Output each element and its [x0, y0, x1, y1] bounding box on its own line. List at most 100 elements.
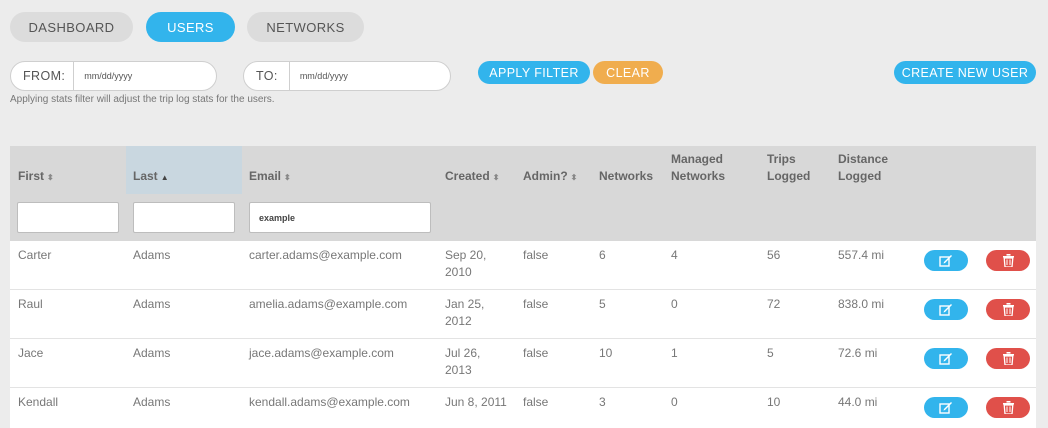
header-distance-logged: Distance Logged	[838, 151, 888, 185]
apply-filter-button[interactable]: APPLY FILTER	[478, 61, 590, 84]
cell-email: jace.adams@example.com	[249, 346, 394, 360]
cell-created-line2: 2013	[445, 363, 472, 377]
cell-last: Adams	[133, 297, 171, 311]
cell-managed: 0	[671, 297, 678, 311]
cell-trips: 5	[767, 346, 774, 360]
cell-created-line1: Sep 20,	[445, 248, 487, 262]
cell-email: carter.adams@example.com	[249, 248, 402, 262]
tab-dashboard[interactable]: DASHBOARD	[10, 12, 133, 42]
header-managed-networks: Managed Networks	[671, 151, 725, 185]
tab-networks[interactable]: NETWORKS	[247, 12, 364, 42]
cell-first: Jace	[18, 346, 44, 360]
cell-created-line1: Jan 25,	[445, 297, 485, 311]
header-distance-line2: Logged	[838, 169, 882, 183]
edit-icon	[939, 304, 952, 316]
last-filter-input[interactable]	[133, 202, 235, 233]
cell-admin: false	[523, 395, 549, 409]
cell-networks: 3	[599, 395, 606, 409]
tab-users[interactable]: USERS	[146, 12, 235, 42]
edit-button[interactable]	[924, 348, 968, 369]
header-last[interactable]: Last ▲	[133, 168, 169, 186]
delete-button[interactable]	[986, 299, 1030, 320]
header-email[interactable]: Email ⬍	[249, 168, 291, 186]
cell-networks: 6	[599, 248, 606, 262]
cell-email: amelia.adams@example.com	[249, 297, 408, 311]
table-row: Kendall Adams kendall.adams@example.com Jun…	[10, 388, 1036, 428]
header-networks: Networks	[599, 169, 654, 183]
trash-icon	[1002, 401, 1014, 414]
to-label: TO:	[244, 62, 290, 90]
edit-button[interactable]	[924, 250, 968, 271]
create-new-user-button[interactable]: CREATE NEW USER	[894, 61, 1036, 84]
table-row: Raul Adams amelia.adams@example.com Jan 25,…	[10, 290, 1036, 339]
header-first[interactable]: First ⬍	[18, 168, 54, 186]
cell-created-line1: Jun 8, 2011	[445, 395, 507, 409]
users-table: First ⬍ Last ▲ Email ⬍ Created ⬍ Admin? ⬍ Net…	[10, 146, 1036, 428]
table-row: Carter Adams carter.adams@example.com Sep 2…	[10, 241, 1036, 290]
header-managed-line1: Managed	[671, 152, 724, 166]
edit-icon	[939, 402, 952, 414]
cell-first: Carter	[18, 248, 52, 262]
edit-button[interactable]	[924, 299, 968, 320]
sort-icon: ⬍	[284, 173, 291, 182]
header-trips-line2: Logged	[767, 169, 811, 183]
trash-icon	[1002, 254, 1014, 267]
sort-ascending-icon: ▲	[160, 173, 169, 182]
sort-icon: ⬍	[570, 173, 578, 182]
edit-icon	[939, 353, 952, 365]
cell-admin: false	[523, 248, 549, 262]
cell-networks: 10	[599, 346, 613, 360]
cell-managed: 4	[671, 248, 678, 262]
email-filter-input[interactable]: example	[249, 202, 431, 233]
cell-last: Adams	[133, 248, 171, 262]
cell-managed: 0	[671, 395, 678, 409]
cell-created-line1: Jul 26,	[445, 346, 481, 360]
cell-admin: false	[523, 346, 549, 360]
header-managed-line2: Networks	[671, 169, 726, 183]
cell-distance: 44.0 mi	[838, 395, 878, 409]
cell-trips: 10	[767, 395, 781, 409]
header-first-label: First	[18, 169, 45, 183]
cell-trips: 56	[767, 248, 781, 262]
delete-button[interactable]	[986, 250, 1030, 271]
trash-icon	[1002, 303, 1014, 316]
header-admin[interactable]: Admin? ⬍	[523, 168, 577, 186]
cell-created: Sep 20, 2010	[445, 247, 486, 281]
cell-distance: 72.6 mi	[838, 346, 878, 360]
to-date-group: TO: mm/dd/yyyy	[243, 61, 451, 91]
delete-button[interactable]	[986, 397, 1030, 418]
header-email-label: Email	[249, 169, 282, 183]
cell-created: Jul 26, 2013	[445, 345, 480, 379]
sort-icon: ⬍	[47, 173, 54, 182]
clear-button[interactable]: CLEAR	[593, 61, 663, 84]
sort-icon: ⬍	[492, 173, 500, 182]
to-date-input[interactable]: mm/dd/yyyy	[290, 71, 348, 81]
cell-first: Kendall	[18, 395, 59, 409]
delete-button[interactable]	[986, 348, 1030, 369]
filter-hint: Applying stats filter will adjust the tr…	[10, 94, 275, 105]
cell-distance: 557.4 mi	[838, 248, 885, 262]
header-trips-logged: Trips Logged	[767, 151, 810, 185]
cell-created-line2: 2010	[445, 265, 472, 279]
header-created-label: Created	[445, 169, 490, 183]
header-created[interactable]: Created ⬍	[445, 168, 499, 186]
cell-created-line2: 2012	[445, 314, 472, 328]
header-last-label: Last	[133, 169, 158, 183]
trash-icon	[1002, 352, 1014, 365]
from-date-input[interactable]: mm/dd/yyyy	[74, 71, 132, 81]
cell-first: Raul	[18, 297, 43, 311]
cell-distance: 838.0 mi	[838, 297, 885, 311]
header-admin-label: Admin?	[523, 169, 568, 183]
from-label: FROM:	[11, 62, 75, 90]
edit-button[interactable]	[924, 397, 968, 418]
cell-managed: 1	[671, 346, 678, 360]
cell-trips: 72	[767, 297, 781, 311]
cell-last: Adams	[133, 395, 171, 409]
first-filter-input[interactable]	[17, 202, 119, 233]
header-trips-line1: Trips	[767, 152, 796, 166]
cell-created: Jan 25, 2012	[445, 296, 484, 330]
cell-email: kendall.adams@example.com	[249, 395, 410, 409]
from-date-group: FROM: mm/dd/yyyy	[10, 61, 217, 91]
cell-last: Adams	[133, 346, 171, 360]
header-distance-line1: Distance	[838, 152, 889, 166]
